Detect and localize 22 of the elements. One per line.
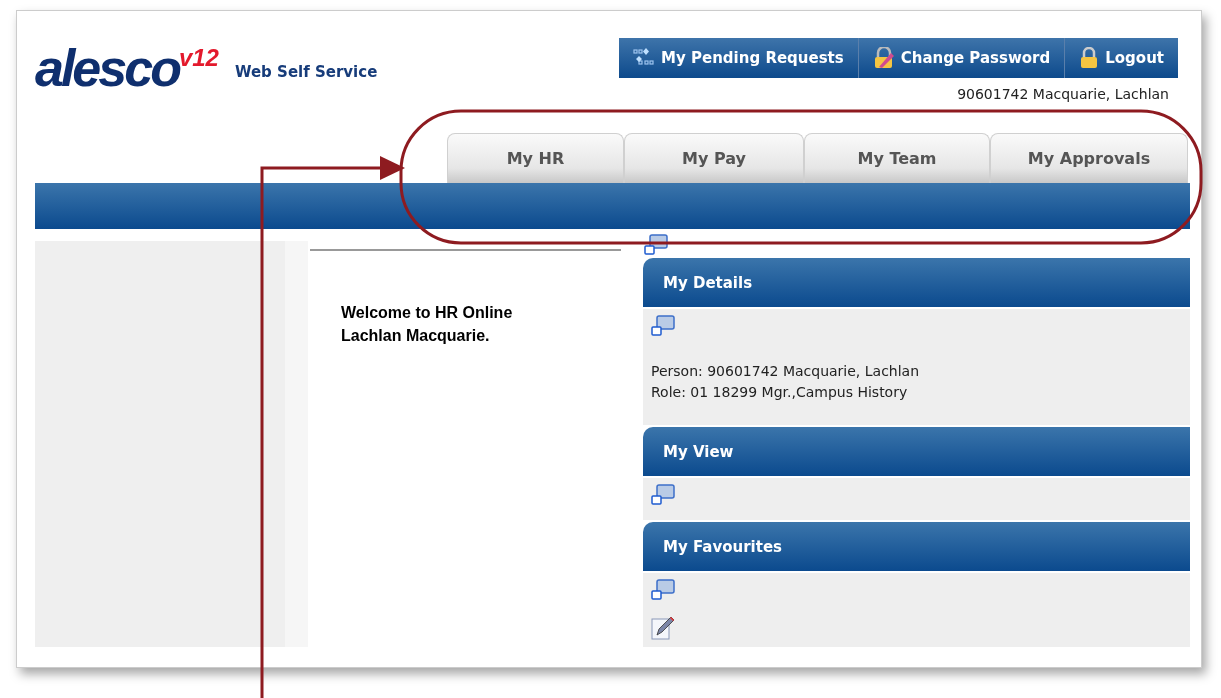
nav-tab[interactable]: My Team: [804, 133, 990, 183]
welcome-text: Welcome to HR Online Lachlan Macquarie.: [341, 303, 514, 346]
header-button[interactable]: My Pending Requests: [619, 38, 858, 78]
user-name: 90601742 Macquarie, Lachlan: [957, 86, 1169, 102]
logo-wordmark: alesco: [35, 42, 179, 94]
header-button[interactable]: Logout: [1064, 38, 1178, 78]
details-text: Person: 90601742 Macquarie, Lachlan Role: 01 18299 Mgr.,Campus History: [651, 362, 921, 402]
window-icon[interactable]: [651, 579, 675, 601]
window-icon[interactable]: [651, 315, 675, 337]
panel-header: My Details: [643, 258, 1190, 307]
panel-header: My View: [643, 427, 1190, 476]
header-button[interactable]: Change Password: [857, 38, 1065, 78]
window-icon[interactable]: [651, 484, 675, 506]
app-subtitle: Web Self Service: [234, 63, 378, 81]
nav-tab[interactable]: My HR: [447, 133, 624, 183]
lock-pencil-icon: [872, 47, 895, 69]
pencil-icon[interactable]: [651, 615, 675, 641]
window-icon[interactable]: [644, 234, 668, 256]
nav-tab[interactable]: My Approvals: [990, 133, 1188, 183]
panel-header: My Favourites: [643, 522, 1190, 571]
nav-tab[interactable]: My Pay: [624, 133, 804, 183]
lock-icon: [1079, 47, 1100, 69]
